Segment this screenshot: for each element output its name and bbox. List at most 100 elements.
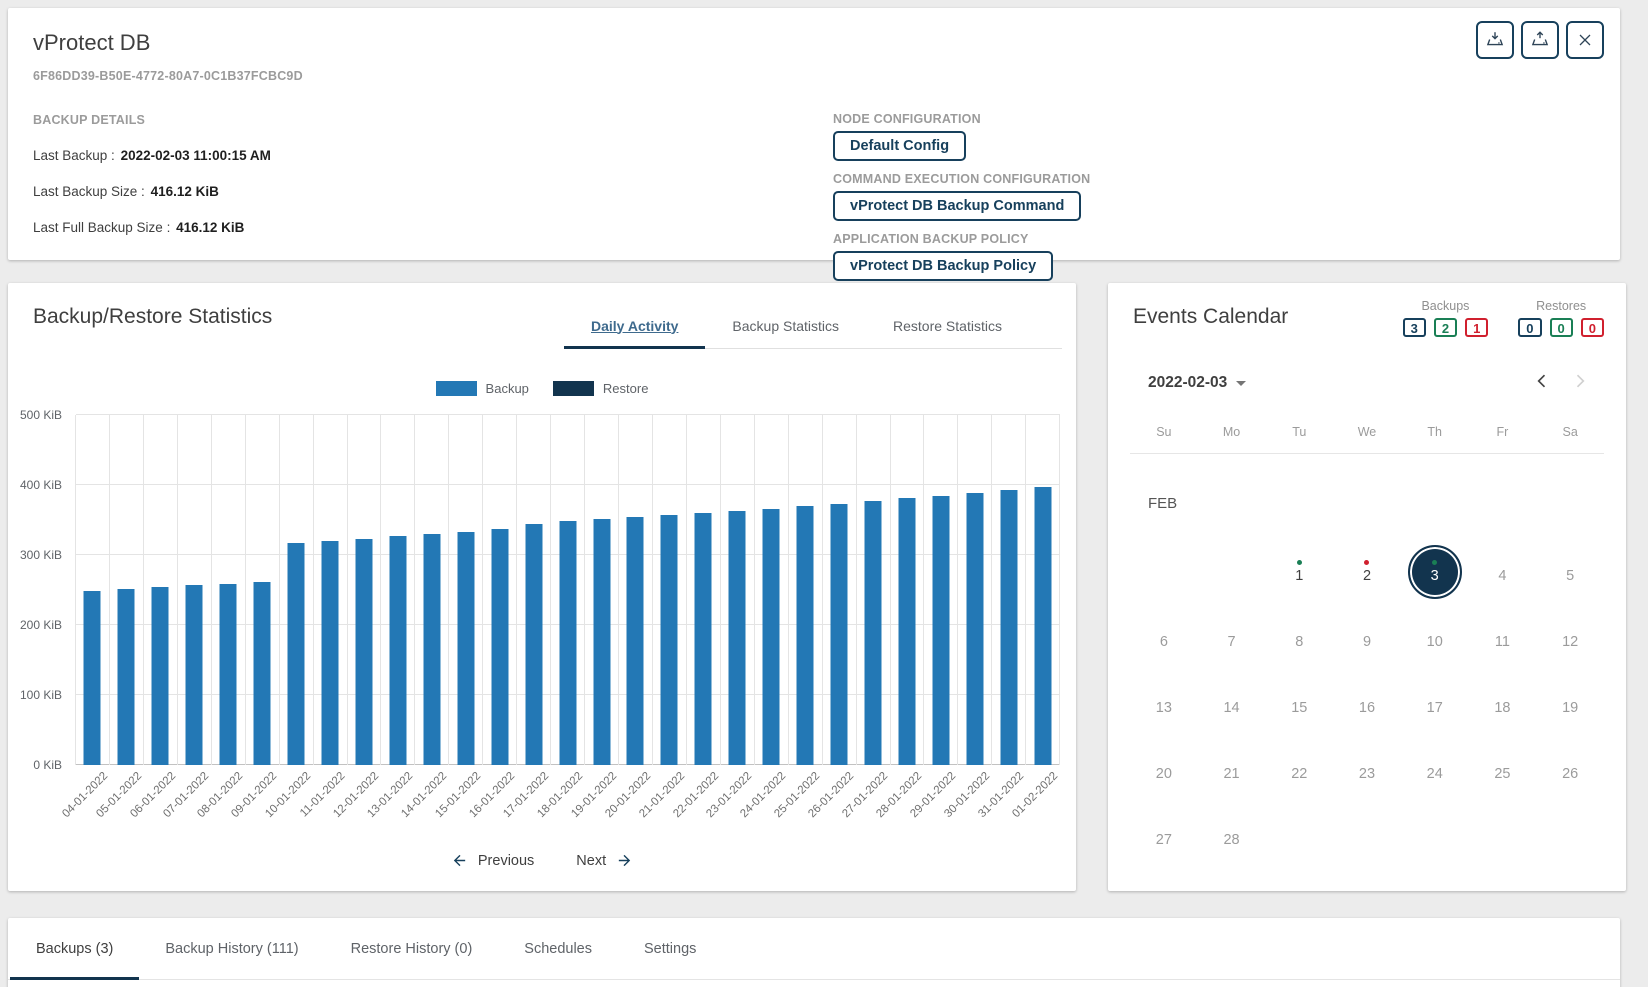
dot-spacer xyxy=(1161,824,1166,829)
backup-bar[interactable] xyxy=(695,513,712,765)
tab-schedules[interactable]: Schedules xyxy=(498,918,618,979)
last-backup-value: 2022-02-03 11:00:15 AM xyxy=(121,148,271,163)
calendar-day[interactable]: 14 xyxy=(1198,671,1266,737)
dot-spacer xyxy=(1297,692,1302,697)
calendar-day[interactable]: 19 xyxy=(1536,671,1604,737)
backup-bar[interactable] xyxy=(763,509,780,765)
calendar-day[interactable]: 13 xyxy=(1130,671,1198,737)
last-backup-size-label: Last Backup Size : xyxy=(33,184,149,199)
calendar-day[interactable]: 7 xyxy=(1198,605,1266,671)
backup-bar[interactable] xyxy=(593,519,610,765)
backup-bar[interactable] xyxy=(186,585,203,765)
calendar-day[interactable]: 25 xyxy=(1469,737,1537,803)
calendar-day[interactable]: 20 xyxy=(1130,737,1198,803)
backup-bar[interactable] xyxy=(661,515,678,765)
calendar-day[interactable]: 27 xyxy=(1130,803,1198,869)
backup-bar[interactable] xyxy=(932,496,949,766)
chevron-right-icon xyxy=(1570,371,1590,391)
next-button[interactable]: Next xyxy=(564,846,645,875)
calendar-day[interactable]: 28 xyxy=(1198,803,1266,869)
calendar-day[interactable]: 15 xyxy=(1265,671,1333,737)
calendar-day[interactable]: 17 xyxy=(1401,671,1469,737)
date-select[interactable]: 2022-02-03 xyxy=(1148,374,1246,392)
calendar-day[interactable]: 22 xyxy=(1265,737,1333,803)
calendar-day[interactable]: 3 xyxy=(1401,539,1469,605)
tab-backup-statistics[interactable]: Backup Statistics xyxy=(705,303,866,348)
backup-bar[interactable] xyxy=(865,501,882,765)
calendar-prev-button[interactable] xyxy=(1530,369,1554,396)
date-select-value: 2022-02-03 xyxy=(1148,374,1227,392)
last-full-backup-size-label: Last Full Backup Size : xyxy=(33,220,174,235)
calendar-day[interactable]: 2 xyxy=(1333,539,1401,605)
chart-bar-slot: 28-01-2022 xyxy=(891,415,925,765)
calendar-day[interactable]: 8 xyxy=(1265,605,1333,671)
backup-bar[interactable] xyxy=(898,498,915,765)
application-backup-policy-button[interactable]: vProtect DB Backup Policy xyxy=(833,251,1053,281)
backup-bar[interactable] xyxy=(220,584,237,765)
backup-bar[interactable] xyxy=(322,541,339,765)
chart-bar-slot: 04-01-2022 xyxy=(76,415,110,765)
weekday-label: Th xyxy=(1401,425,1469,439)
tab-restore-statistics[interactable]: Restore Statistics xyxy=(866,303,1029,348)
backup-bar[interactable] xyxy=(423,534,440,765)
backup-bar[interactable] xyxy=(1000,490,1017,765)
command-execution-configuration-button[interactable]: vProtect DB Backup Command xyxy=(833,191,1081,221)
calendar-day[interactable]: 9 xyxy=(1333,605,1401,671)
backup-bar[interactable] xyxy=(84,591,101,765)
tab-backup-history-111[interactable]: Backup History (111) xyxy=(139,918,324,979)
calendar-day[interactable]: 12 xyxy=(1536,605,1604,671)
chart-bar-slot: 21-01-2022 xyxy=(653,415,687,765)
backup-bar[interactable] xyxy=(491,529,508,765)
backup-button[interactable] xyxy=(1476,21,1514,59)
calendar-day[interactable]: 5 xyxy=(1536,539,1604,605)
dot-spacer xyxy=(1568,692,1573,697)
y-axis: 0 KiB100 KiB200 KiB300 KiB400 KiB500 KiB xyxy=(8,415,66,765)
calendar-day[interactable]: 18 xyxy=(1469,671,1537,737)
calendar-day[interactable]: 26 xyxy=(1536,737,1604,803)
chart-bar-slot: 14-01-2022 xyxy=(415,415,449,765)
chart-bar-slot: 31-01-2022 xyxy=(992,415,1026,765)
previous-button[interactable]: Previous xyxy=(439,846,546,875)
tab-backups-3[interactable]: Backups (3) xyxy=(10,918,139,979)
close-button[interactable] xyxy=(1566,21,1604,59)
backup-bar[interactable] xyxy=(559,521,576,765)
dot-spacer xyxy=(1364,626,1369,631)
backup-bar[interactable] xyxy=(797,506,814,765)
backup-bar[interactable] xyxy=(729,511,746,765)
day-number: 22 xyxy=(1291,767,1307,782)
calendar-day[interactable]: 4 xyxy=(1469,539,1537,605)
backup-bar[interactable] xyxy=(966,493,983,765)
backup-bar[interactable] xyxy=(254,582,271,765)
backup-bar[interactable] xyxy=(627,517,644,765)
backup-bar[interactable] xyxy=(1034,487,1051,765)
tab-settings[interactable]: Settings xyxy=(618,918,722,979)
backup-bar[interactable] xyxy=(355,539,372,765)
event-count-badge: 3 xyxy=(1403,318,1426,337)
backup-bar[interactable] xyxy=(389,536,406,765)
calendar-day[interactable]: 6 xyxy=(1130,605,1198,671)
chart-bar-slot: 09-01-2022 xyxy=(246,415,280,765)
tab-restore-history-0[interactable]: Restore History (0) xyxy=(325,918,499,979)
calendar-day[interactable]: 16 xyxy=(1333,671,1401,737)
backup-bar[interactable] xyxy=(831,504,848,765)
node-configuration-button[interactable]: Default Config xyxy=(833,131,966,161)
calendar-day[interactable]: 23 xyxy=(1333,737,1401,803)
backup-bar[interactable] xyxy=(457,532,474,765)
backup-bar[interactable] xyxy=(152,587,169,765)
restore-button[interactable] xyxy=(1521,21,1559,59)
chart-bar-slot: 08-01-2022 xyxy=(212,415,246,765)
calendar-day[interactable]: 21 xyxy=(1198,737,1266,803)
calendar-day[interactable]: 10 xyxy=(1401,605,1469,671)
backup-bar[interactable] xyxy=(118,589,135,765)
backup-bar[interactable] xyxy=(288,543,305,765)
calendar-day[interactable]: 1 xyxy=(1265,539,1333,605)
calendar-next-button[interactable] xyxy=(1568,369,1592,396)
calendar-day[interactable]: 24 xyxy=(1401,737,1469,803)
calendar-day[interactable]: 11 xyxy=(1469,605,1537,671)
tab-daily-activity[interactable]: Daily Activity xyxy=(564,303,705,348)
chart-bar-slot: 29-01-2022 xyxy=(924,415,958,765)
backup-bar[interactable] xyxy=(525,524,542,765)
chart-bar-slot: 06-01-2022 xyxy=(144,415,178,765)
dot-spacer xyxy=(1568,560,1573,565)
chart-bar-slot: 16-01-2022 xyxy=(483,415,517,765)
